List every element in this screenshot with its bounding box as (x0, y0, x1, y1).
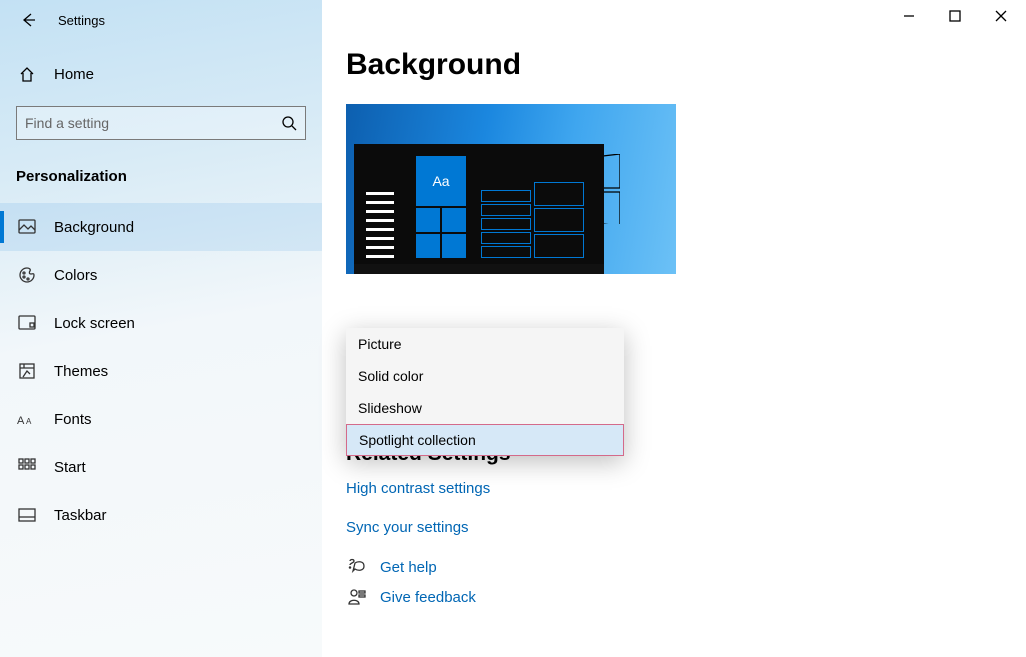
link-get-help[interactable]: Get help (380, 559, 437, 576)
svg-text:A: A (17, 415, 25, 427)
dropdown-item-label: Picture (358, 336, 402, 352)
sidebar-item-lockscreen[interactable]: Lock screen (0, 299, 322, 347)
help-icon (346, 558, 368, 576)
maximize-button[interactable] (932, 0, 978, 32)
sidebar-item-label: Themes (54, 363, 108, 380)
search-input-container[interactable] (16, 106, 306, 140)
link-high-contrast[interactable]: High contrast settings (346, 480, 1026, 497)
link-sync-settings[interactable]: Sync your settings (346, 519, 1026, 536)
sidebar-home[interactable]: Home (0, 54, 322, 94)
sidebar-item-taskbar[interactable]: Taskbar (0, 491, 322, 539)
app-title: Settings (58, 13, 105, 28)
dropdown-item-spotlight[interactable]: Spotlight collection (346, 424, 624, 456)
arrow-left-icon (19, 11, 37, 29)
picture-icon (16, 219, 38, 235)
feedback-icon (346, 588, 368, 606)
home-icon (16, 65, 38, 83)
page-title: Background (346, 48, 1026, 82)
preview-tile-text: Aa (416, 156, 466, 206)
back-button[interactable] (8, 0, 48, 40)
start-icon (16, 458, 38, 476)
sidebar-item-start[interactable]: Start (0, 443, 322, 491)
dropdown-item-label: Slideshow (358, 400, 422, 416)
sidebar-item-label: Fonts (54, 411, 92, 428)
dropdown-item-slideshow[interactable]: Slideshow (346, 392, 624, 424)
link-give-feedback[interactable]: Give feedback (380, 589, 476, 606)
background-type-dropdown[interactable]: Picture Solid color Slideshow Spotlight … (346, 328, 624, 456)
sidebar-item-label: Background (54, 219, 134, 236)
dropdown-item-picture[interactable]: Picture (346, 328, 624, 360)
sidebar-item-background[interactable]: Background (0, 203, 322, 251)
minimize-icon (903, 10, 915, 22)
taskbar-icon (16, 508, 38, 522)
sidebar-item-label: Colors (54, 267, 97, 284)
search-input[interactable] (25, 115, 281, 131)
sidebar-item-label: Start (54, 459, 86, 476)
close-icon (995, 10, 1007, 22)
dropdown-item-solid-color[interactable]: Solid color (346, 360, 624, 392)
background-preview: Aa (346, 104, 676, 274)
svg-text:A: A (26, 417, 32, 426)
sidebar-item-label: Lock screen (54, 315, 135, 332)
sidebar-item-themes[interactable]: Themes (0, 347, 322, 395)
sidebar-item-colors[interactable]: Colors (0, 251, 322, 299)
minimize-button[interactable] (886, 0, 932, 32)
sidebar-home-label: Home (54, 66, 94, 83)
palette-icon (16, 266, 38, 284)
search-icon (281, 115, 297, 131)
dropdown-item-label: Solid color (358, 368, 423, 384)
dropdown-item-label: Spotlight collection (359, 432, 476, 448)
sidebar-item-label: Taskbar (54, 507, 107, 524)
sidebar-section-title: Personalization (0, 168, 322, 185)
sidebar-item-fonts[interactable]: AA Fonts (0, 395, 322, 443)
themes-icon (16, 362, 38, 380)
fonts-icon: AA (16, 411, 38, 427)
lockscreen-icon (16, 315, 38, 331)
maximize-icon (949, 10, 961, 22)
close-button[interactable] (978, 0, 1024, 32)
